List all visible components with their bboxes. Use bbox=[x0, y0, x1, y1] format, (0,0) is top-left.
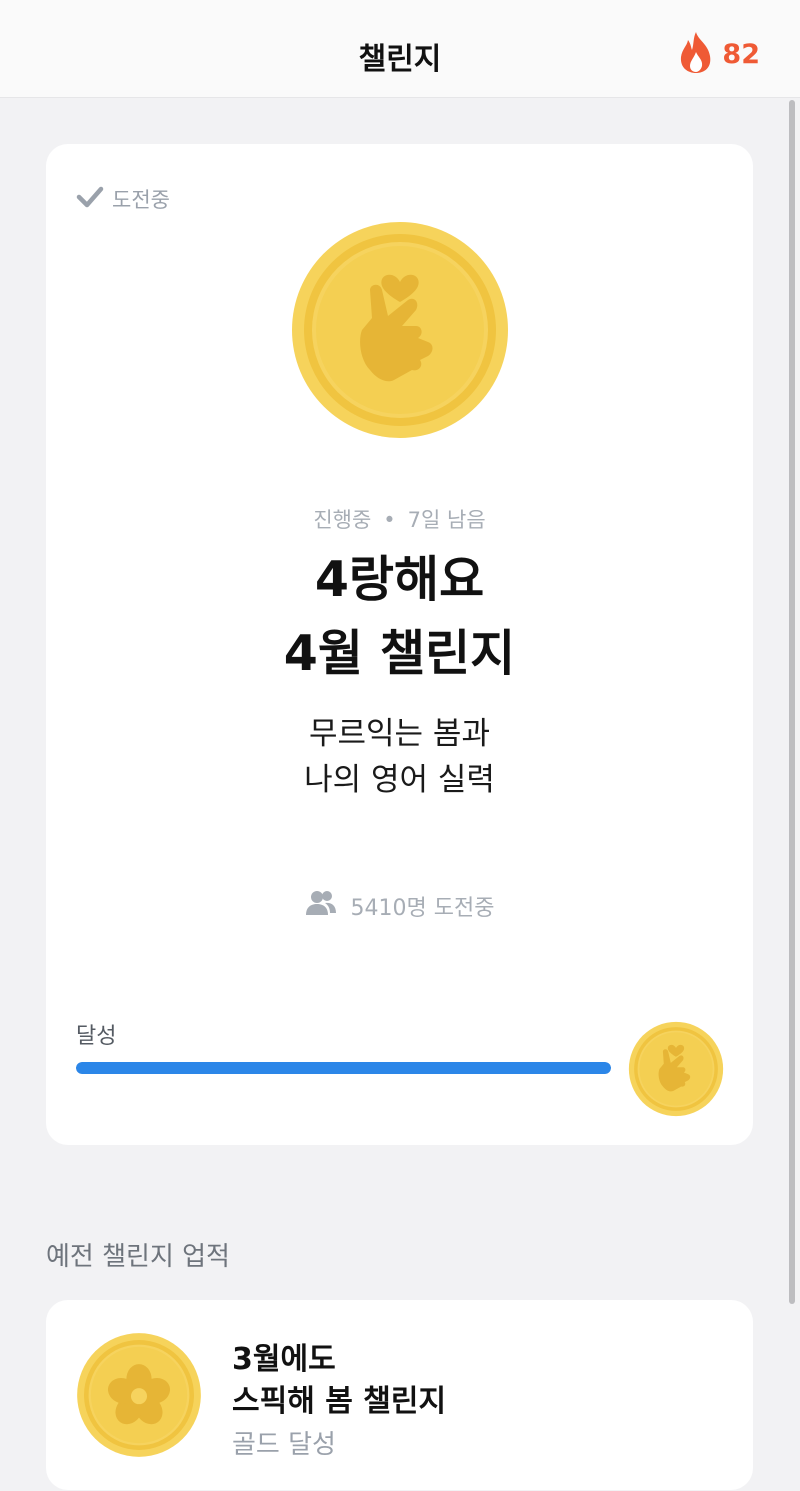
status-label: 도전중 bbox=[112, 188, 170, 212]
top-app-bar: 챌린지 82 bbox=[0, 0, 800, 98]
people-icon bbox=[305, 890, 337, 922]
challenge-subtitle-line2: 나의 영어 실력 bbox=[304, 762, 495, 798]
participants-count: 5410명 도전중 bbox=[46, 890, 753, 922]
remaining-time: 7일 남음 bbox=[407, 508, 486, 532]
flower-medal-icon bbox=[76, 1332, 202, 1458]
challenge-title-line2: 4월 챌린지 bbox=[283, 625, 516, 682]
past-challenge-title-line1: 3월에도 bbox=[232, 1342, 336, 1377]
challenge-status: 도전중 bbox=[76, 184, 170, 214]
past-challenge-result: 골드 달성 bbox=[232, 1430, 336, 1460]
scrollbar[interactable] bbox=[789, 100, 795, 1304]
challenge-title-line1: 4랑해요 bbox=[314, 551, 485, 608]
challenge-meta: 진행중 • 7일 남음 bbox=[46, 504, 753, 534]
goal-medal-icon bbox=[628, 1021, 724, 1117]
current-challenge-card[interactable]: 도전중 진행중 • 7일 남음 4랑해요 4월 챌린지 무르익는 봄과 나의 영어 … bbox=[46, 144, 753, 1145]
progress-label: 달성 bbox=[76, 1024, 117, 1049]
checkmark-icon bbox=[76, 185, 104, 214]
progress-bar bbox=[76, 1062, 611, 1074]
streak-counter[interactable]: 82 bbox=[678, 30, 760, 78]
finger-heart-medal-icon bbox=[290, 220, 510, 440]
progress-fill bbox=[76, 1062, 611, 1074]
past-challenge-title-line2: 스픽해 봄 챌린지 bbox=[232, 1384, 447, 1419]
participants-label: 5410명 도전중 bbox=[350, 896, 495, 921]
past-challenge-card[interactable]: 3월에도 스픽해 봄 챌린지 골드 달성 bbox=[46, 1300, 753, 1490]
past-achievements-heading: 예전 챌린지 업적 bbox=[46, 1242, 230, 1272]
streak-count: 82 bbox=[722, 38, 760, 70]
progress-status: 진행중 bbox=[313, 508, 372, 532]
fire-icon bbox=[678, 30, 714, 78]
challenge-subtitle-line1: 무르익는 봄과 bbox=[309, 716, 490, 752]
separator-dot: • bbox=[383, 508, 396, 532]
